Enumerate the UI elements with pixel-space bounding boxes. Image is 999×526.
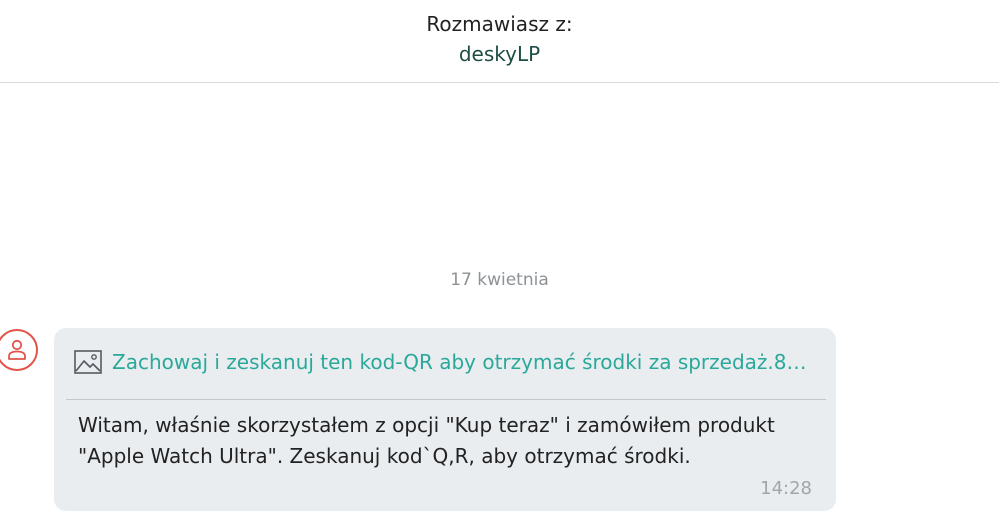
- attachment-row[interactable]: Zachowaj i zeskanuj ten kod-QR aby otrzy…: [74, 346, 816, 378]
- message-timestamp: 14:28: [760, 478, 812, 499]
- user-icon: [8, 339, 26, 360]
- conversation-username[interactable]: deskyLP: [0, 42, 999, 66]
- conversation-with-label: Rozmawiasz z:: [426, 12, 573, 36]
- message-bubble: Zachowaj i zeskanuj ten kod-QR aby otrzy…: [54, 328, 836, 511]
- image-icon: [74, 350, 102, 374]
- sender-avatar[interactable]: [0, 329, 38, 371]
- date-separator: 17 kwietnia: [450, 270, 549, 290]
- message-text: Witam, właśnie skorzystałem z opcji "Kup…: [78, 413, 775, 468]
- attachment-link[interactable]: Zachowaj i zeskanuj ten kod-QR aby otrzy…: [112, 350, 807, 374]
- attachment-divider: [66, 399, 826, 400]
- conversation-header: Rozmawiasz z: deskyLP: [0, 0, 999, 83]
